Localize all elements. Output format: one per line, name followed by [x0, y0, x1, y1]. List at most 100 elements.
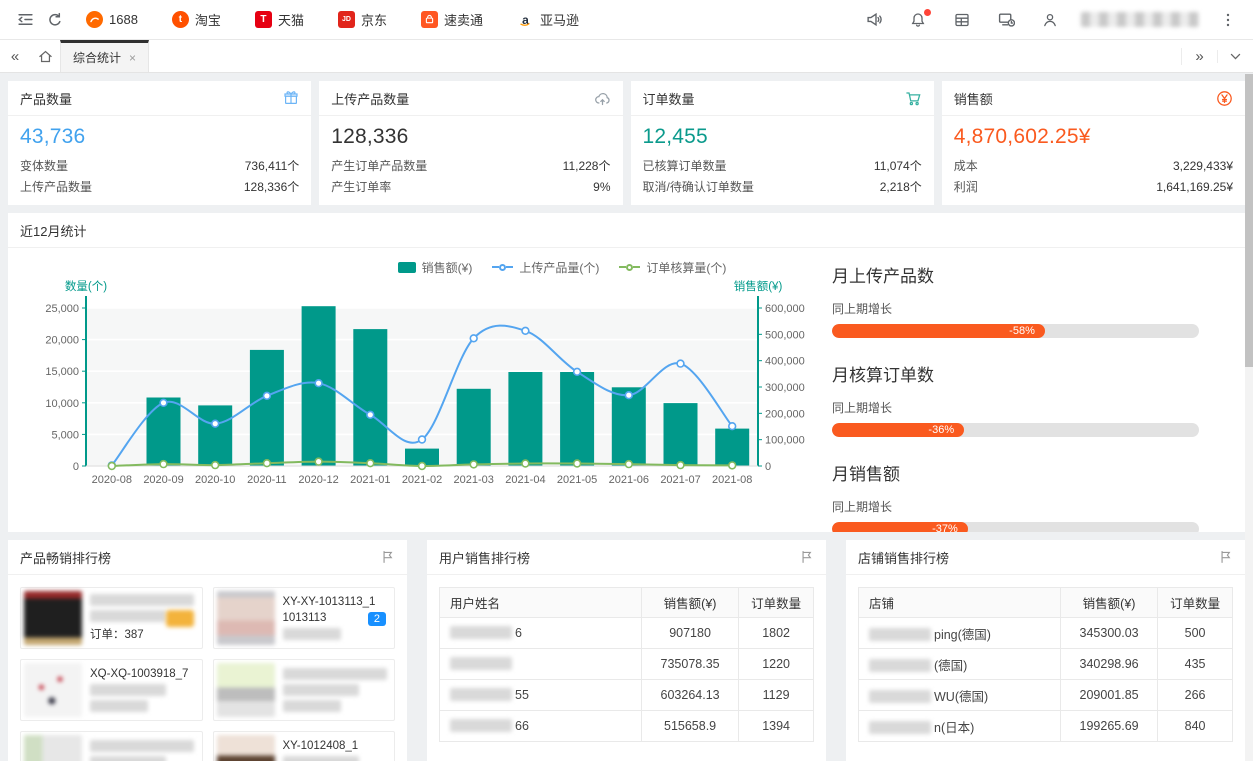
- svg-text:2020-11: 2020-11: [247, 474, 287, 486]
- platform-tabs: 1688 t 淘宝 T 天猫 JD 京东 速卖通 a 亚马逊: [86, 10, 613, 29]
- redacted-name: [869, 659, 931, 672]
- ranking-table: 店铺销售额(¥)订单数量 ping(德国) 345300.03 500 (德国)…: [858, 587, 1233, 742]
- svg-text:25,000: 25,000: [45, 303, 79, 315]
- orders-cell: 1394: [739, 711, 814, 742]
- stat-card-row: 产生订单产品数量 11,228个: [319, 156, 622, 177]
- platform-tab-aliexpress[interactable]: 速卖通: [421, 10, 483, 29]
- product-ranking-panel: 产品畅销排行榜 订单：387 XY-XY-1013113_11013113 2 …: [8, 540, 407, 761]
- username-redacted[interactable]: [1081, 12, 1199, 27]
- table-row: 6 907180 1802: [440, 618, 814, 649]
- svg-text:500,000: 500,000: [765, 329, 805, 341]
- name-cell: (德国): [859, 649, 1061, 680]
- svg-text:2021-05: 2021-05: [557, 474, 597, 486]
- platform-tab-amazon[interactable]: a 亚马逊: [517, 10, 579, 29]
- stat-card-row: 已核算订单数量 11,074个: [631, 156, 934, 177]
- stat-card-1: 产品数量 43,736 变体数量 736,411个 上传产品数量 128,336…: [8, 81, 311, 205]
- legend-item[interactable]: 销售额(¥): [398, 259, 473, 276]
- more-vert-icon[interactable]: [1213, 5, 1243, 35]
- sales-cell: 515658.9: [641, 711, 738, 742]
- product-card[interactable]: [213, 659, 396, 721]
- svg-text:2020-10: 2020-10: [195, 474, 235, 486]
- flag-icon: [800, 550, 814, 564]
- product-card[interactable]: [20, 731, 203, 761]
- notification-dot: [924, 9, 931, 16]
- svg-text:2021-07: 2021-07: [660, 474, 700, 486]
- growth-section: 月核算订单数 同上期增长 -36%: [832, 361, 1199, 437]
- product-text: 订单：387: [90, 626, 194, 642]
- amazon-icon: a: [517, 11, 534, 28]
- name-visible: 66: [515, 719, 529, 733]
- home-icon[interactable]: [30, 40, 60, 72]
- product-image: [217, 663, 275, 717]
- scroll-tabs-left-icon[interactable]: «: [0, 40, 30, 72]
- menu-fold-icon[interactable]: [10, 5, 40, 35]
- name-cell: [440, 649, 642, 680]
- product-card[interactable]: XY-1012408_1: [213, 731, 396, 761]
- user-ranking-table-wrap: 用户姓名销售额(¥)订单数量 6 907180 1802 735078.35 1…: [427, 575, 826, 754]
- svg-text:数量(个): 数量(个): [65, 279, 107, 293]
- scrollbar-track[interactable]: [1245, 74, 1253, 761]
- bell-icon[interactable]: [903, 5, 933, 35]
- redacted-text: [90, 610, 166, 622]
- user-icon[interactable]: [1035, 5, 1065, 35]
- growth-progress-fill: -37%: [832, 522, 968, 532]
- platform-tab-taobao[interactable]: t 淘宝: [172, 10, 221, 29]
- devices-icon[interactable]: [991, 5, 1021, 35]
- main-content: 产品数量 43,736 变体数量 736,411个 上传产品数量 128,336…: [0, 73, 1253, 761]
- page-tab-active[interactable]: 综合统计 ×: [60, 40, 149, 72]
- store-ranking-title: 店铺销售排行榜: [858, 548, 949, 567]
- legend-line-swatch: [492, 264, 513, 271]
- product-image: [24, 663, 82, 717]
- stat-card-value: 128,336: [331, 125, 610, 149]
- legend-label: 订单核算量(个): [646, 259, 726, 276]
- product-image: [217, 591, 275, 645]
- announcement-icon[interactable]: [859, 5, 889, 35]
- scroll-tabs-right-icon[interactable]: »: [1181, 48, 1217, 65]
- legend-label: 销售额(¥): [422, 259, 473, 276]
- growth-label: 同上期增长: [832, 498, 1199, 515]
- product-text: XQ-XQ-1003918_7: [90, 668, 188, 680]
- growth-value: -36%: [928, 424, 954, 436]
- stat-card-row: 利润 1,641,169.25¥: [942, 177, 1245, 198]
- platform-tab-jd[interactable]: JD 京东: [338, 10, 387, 29]
- table-row: 66 515658.9 1394: [440, 711, 814, 742]
- legend-item[interactable]: 订单核算量(个): [619, 259, 726, 276]
- svg-text:300,000: 300,000: [765, 382, 805, 394]
- platform-tab-label: 1688: [109, 12, 138, 27]
- growth-progress-bar: -37%: [832, 522, 1199, 532]
- close-tab-icon[interactable]: ×: [129, 51, 136, 65]
- stat-row-label: 取消/待确认订单数量: [643, 177, 754, 198]
- gift-icon: [283, 90, 299, 106]
- p1688-icon: [86, 11, 103, 28]
- svg-text:2021-02: 2021-02: [402, 474, 442, 486]
- product-image: [24, 735, 82, 761]
- product-card[interactable]: 订单：387: [20, 587, 203, 649]
- svg-text:10,000: 10,000: [45, 398, 79, 410]
- tab-list-dropdown-icon[interactable]: [1217, 50, 1253, 63]
- redacted-badge: [166, 610, 194, 627]
- orders-cell: 266: [1158, 680, 1233, 711]
- scrollbar-thumb[interactable]: [1245, 74, 1253, 367]
- orders-cell: 1802: [739, 618, 814, 649]
- svg-text:2021-06: 2021-06: [609, 474, 649, 486]
- product-card[interactable]: XY-XY-1013113_11013113 2: [213, 587, 396, 649]
- platform-tab-label: 天猫: [278, 10, 304, 29]
- svg-text:2020-12: 2020-12: [298, 474, 338, 486]
- name-visible: (德国): [934, 659, 967, 673]
- table-row: WU(德国) 209001.85 266: [859, 680, 1233, 711]
- platform-tab-p1688[interactable]: 1688: [86, 11, 138, 28]
- name-cell: 55: [440, 680, 642, 711]
- svg-text:600,000: 600,000: [765, 303, 805, 315]
- stat-row-value: 736,411个: [245, 156, 300, 177]
- legend-item[interactable]: 上传产品量(个): [492, 259, 599, 276]
- name-cell: 66: [440, 711, 642, 742]
- column-header: 销售额(¥): [1060, 588, 1157, 618]
- svg-text:100,000: 100,000: [765, 435, 805, 447]
- apps-grid-icon[interactable]: [947, 5, 977, 35]
- product-card[interactable]: XQ-XQ-1003918_7: [20, 659, 203, 721]
- redacted-text: [90, 594, 194, 606]
- stat-row-label: 上传产品数量: [20, 177, 92, 198]
- platform-tab-tmall[interactable]: T 天猫: [255, 10, 304, 29]
- name-visible: n(日本): [934, 721, 974, 735]
- refresh-icon[interactable]: [40, 5, 70, 35]
